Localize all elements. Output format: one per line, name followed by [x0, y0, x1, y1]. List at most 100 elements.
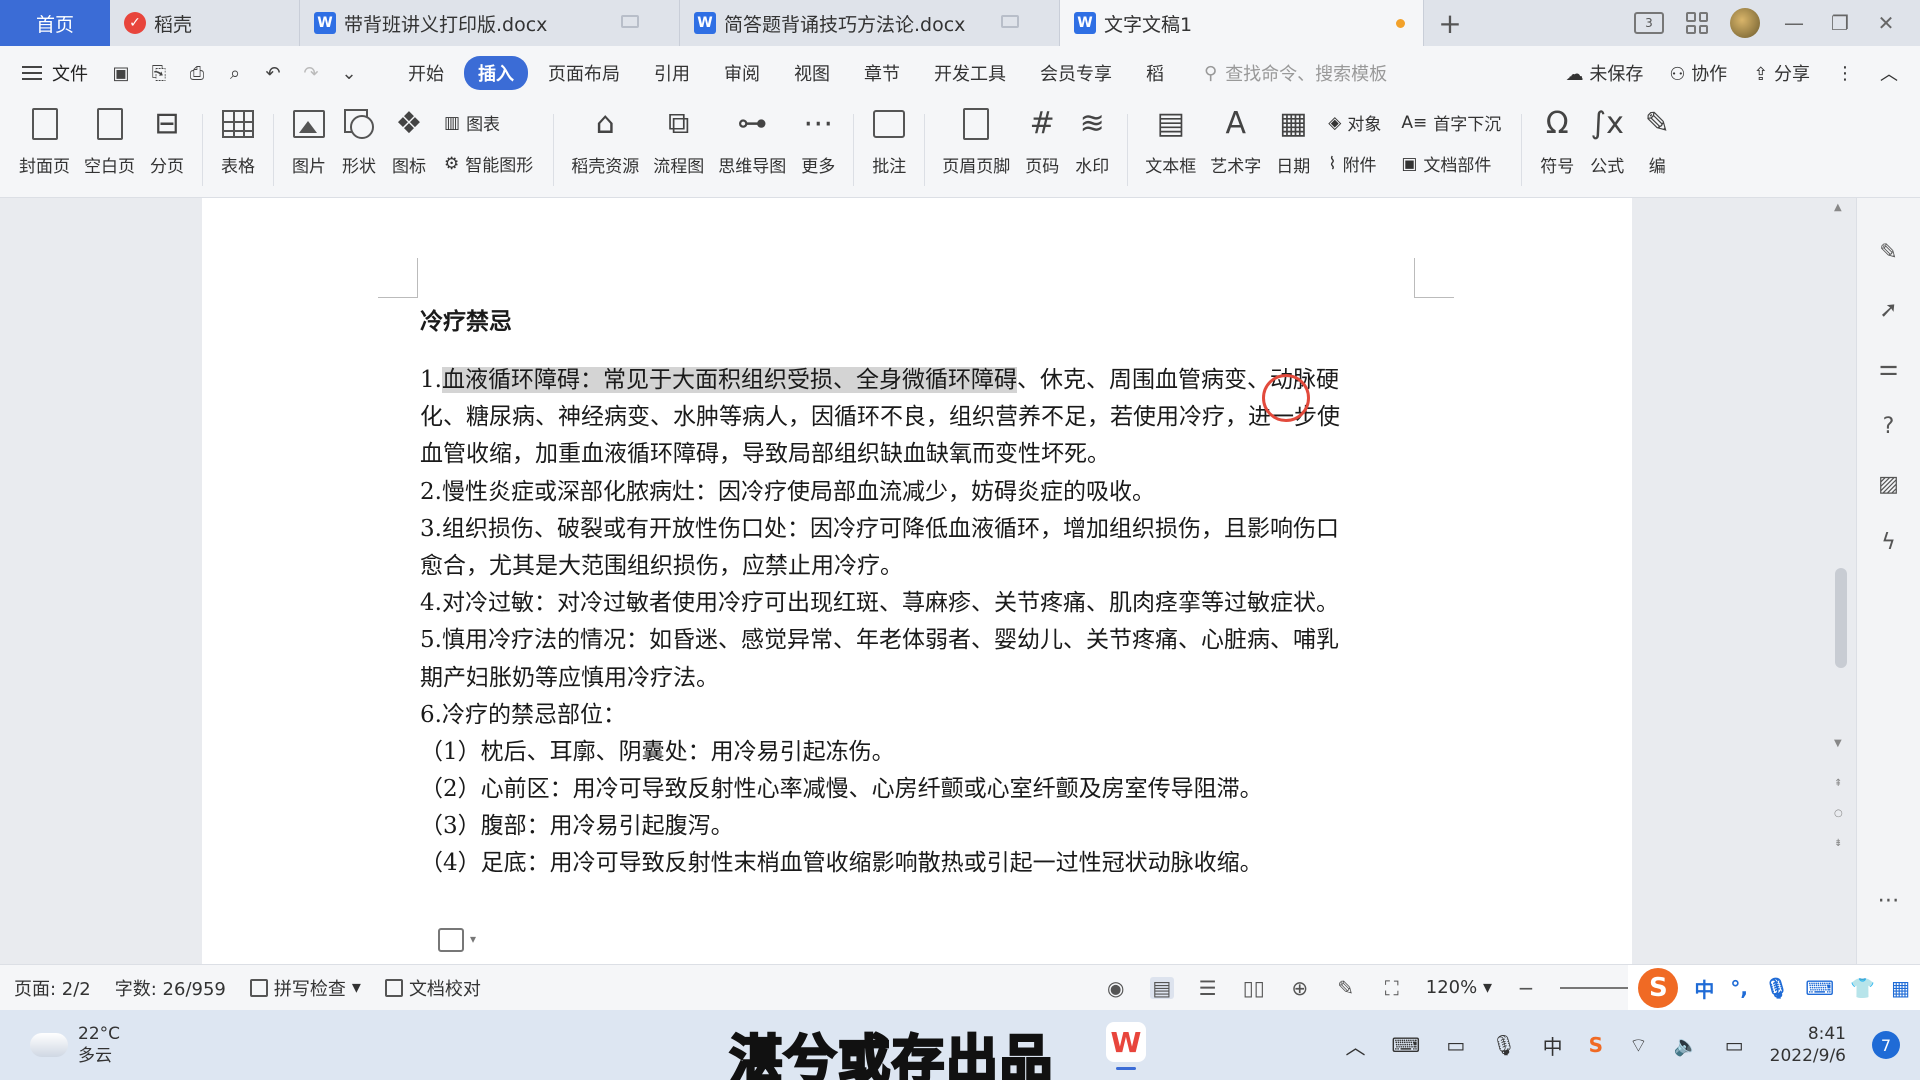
tab-document-1[interactable]: W 带背班讲义打印版.docx [300, 0, 680, 46]
chevron-up-icon[interactable]: ︿ [1345, 1031, 1365, 1060]
pen-icon[interactable]: ✎ [1875, 238, 1903, 266]
icon-library-button[interactable]: ❖ 图标 [384, 106, 434, 178]
reading-view-icon[interactable]: ▯▯ [1242, 976, 1266, 1000]
smartart-button[interactable]: ⚙ 智能图形 [444, 151, 533, 177]
redo-icon[interactable]: ↷ [300, 62, 322, 84]
edit-button[interactable]: ✎ 编 [1632, 106, 1682, 178]
paragraph-line[interactable]: 4.对冷过敏：对冷过敏者使用冷疗可出现红斑、荨麻疹、关节疼痛、肌肉痉挛等过敏症状… [420, 585, 1420, 622]
ribbon-tab[interactable]: 审阅 [710, 56, 774, 90]
wordart-button[interactable]: A 艺术字 [1203, 106, 1268, 178]
word-count[interactable]: 字数: 26/959 [115, 975, 226, 1001]
image-tools-icon[interactable]: ▨ [1875, 470, 1903, 498]
help-icon[interactable]: ? [1875, 412, 1903, 440]
page-number-button[interactable]: # 页码 [1017, 106, 1067, 178]
paragraph-line[interactable]: 3.组织损伤、破裂或有开放性伤口处：因冷疗可降低血液循环，增加组织损伤，且影响伤… [420, 511, 1420, 548]
apps-grid-icon[interactable] [1686, 12, 1708, 34]
paragraph-line[interactable]: 2.慢性炎症或深部化脓病灶：因冷疗使局部血流减少，妨碍炎症的吸收。 [420, 474, 1420, 511]
page-indicator[interactable]: 页面: 2/2 [14, 975, 91, 1001]
flowchart-button[interactable]: ⧉ 流程图 [646, 106, 711, 178]
tab-docer[interactable]: ✓ 稻壳 [110, 0, 300, 46]
paragraph-line[interactable]: （3）腹部：用冷易引起腹泻。 [420, 808, 1420, 845]
paragraph-line[interactable]: （1）枕后、耳廓、阴囊处：用冷易引起冻伤。 [420, 734, 1420, 771]
attachment-button[interactable]: ⌇ 附件 [1328, 151, 1381, 177]
watermark-button[interactable]: ≋ 水印 [1067, 106, 1117, 178]
selected-text[interactable]: 血液循环障碍：常见于大面积组织受损、全身微循环障碍 [441, 367, 1017, 393]
next-page-icon[interactable]: ⇟ [1834, 838, 1842, 849]
ime-language-toggle[interactable]: 中 [1694, 974, 1714, 1003]
fit-page-icon[interactable]: ⛶ [1380, 976, 1404, 1000]
docer-resources-button[interactable]: ⌂ 稻壳资源 [564, 106, 646, 178]
sogou-logo-icon[interactable]: S [1638, 968, 1679, 1008]
tab-document-2[interactable]: W 简答题背诵技巧方法论.docx [680, 0, 1060, 46]
eye-protection-icon[interactable]: ◉ [1104, 976, 1128, 1000]
ribbon-tab[interactable]: 引用 [640, 56, 704, 90]
microphone-icon[interactable]: 🎙 [1764, 976, 1789, 1000]
document-heading[interactable]: 冷疗禁忌 [420, 302, 1420, 336]
collapse-ribbon-icon[interactable]: ︿ [1880, 60, 1898, 86]
comment-button[interactable]: 批注 [864, 106, 914, 177]
new-tab-button[interactable]: + [1424, 0, 1476, 46]
print-preview-icon[interactable]: ⌕ [224, 62, 246, 84]
scroll-up-icon[interactable]: ▲ [1834, 202, 1842, 213]
avatar[interactable] [1730, 8, 1760, 38]
date-button[interactable]: ▦ 日期 [1268, 106, 1318, 178]
cover-page-button[interactable]: 封面页 [12, 106, 77, 177]
battery-icon[interactable]: ▭ [1725, 1033, 1744, 1057]
scroll-down-icon[interactable]: ▼ [1834, 738, 1842, 749]
paragraph-line[interactable]: 血管收缩，加重血液循环障碍，导致局部组织缺血缺氧而变性坏死。 [420, 436, 1420, 473]
share-button[interactable]: ⇪ 分享 [1753, 60, 1810, 86]
paragraph-line[interactable]: 愈合，尤其是大范围组织损伤，应禁止用冷疗。 [420, 548, 1420, 585]
paragraph-line[interactable]: （4）足底：用冷可导致反射性末梢血管收缩影响散热或引起一过性冠状动脉收缩。 [420, 845, 1420, 882]
symbol-button[interactable]: Ω 符号 [1532, 106, 1582, 178]
adjust-sliders-icon[interactable]: ⚌ [1875, 354, 1903, 382]
undo-icon[interactable]: ↶ [262, 62, 284, 84]
select-browse-object-icon[interactable]: ○ [1834, 808, 1843, 819]
file-menu-button[interactable]: 文件 [22, 60, 88, 86]
scrollbar-thumb[interactable] [1835, 568, 1847, 668]
proofread-button[interactable]: 文档校对 [384, 975, 481, 1001]
keyboard-icon[interactable]: ⌨ [1391, 1033, 1420, 1057]
paragraph-line[interactable]: 6.冷疗的禁忌部位： [420, 697, 1420, 734]
more-dots-icon[interactable]: ⋯ [1875, 886, 1903, 914]
paragraph-line[interactable]: 期产妇胀奶等应慎用冷疗法。 [420, 660, 1420, 697]
restore-icon[interactable]: ❐ [1828, 11, 1852, 35]
volume-icon[interactable]: 🔈 [1674, 1033, 1699, 1057]
tab-active-document[interactable]: W 文字文稿1 [1060, 0, 1424, 46]
zoom-slider[interactable] [1560, 986, 1630, 989]
command-search[interactable]: ⚲ 查找命令、搜索模板 [1204, 60, 1387, 86]
page-break-button[interactable]: ⊟ 分页 [142, 106, 192, 178]
wifi-icon[interactable]: ⌔ [1629, 1033, 1648, 1058]
ribbon-tab[interactable]: 稻 [1132, 56, 1178, 90]
ribbon-tab[interactable]: 插入 [464, 56, 528, 90]
export-icon[interactable]: ⎘ [148, 62, 170, 84]
notification-badge[interactable]: 7 [1872, 1031, 1900, 1059]
weather-widget[interactable]: 22°C 多云 [0, 1023, 120, 1067]
layout-switch-icon[interactable]: 3 [1634, 12, 1664, 34]
toolbox-icon[interactable]: ▦ [1891, 976, 1910, 1000]
wps-taskbar-icon[interactable]: W [1106, 1022, 1146, 1070]
microphone-icon[interactable]: 🎙 [1491, 1033, 1516, 1057]
header-footer-button[interactable]: 页眉页脚 [935, 106, 1017, 177]
spellcheck-button[interactable]: 拼写检查 ▾ [249, 975, 361, 1001]
lightning-icon[interactable]: ϟ [1875, 528, 1903, 556]
vertical-scrollbar[interactable]: ▲ ▼ ⇞ ○ ⇟ [1830, 198, 1852, 964]
ribbon-tab[interactable]: 开始 [394, 56, 458, 90]
ribbon-tab[interactable]: 页面布局 [534, 56, 634, 90]
textbox-button[interactable]: ▤ 文本框 [1138, 106, 1203, 178]
dropcap-button[interactable]: A≡ 首字下沉 [1401, 110, 1501, 136]
paragraph-line[interactable]: （2）心前区：用冷可导致反射性心率减慢、心房纤颤或心室纤颤及房室传导阻滞。 [420, 771, 1420, 808]
minimize-icon[interactable]: — [1782, 11, 1806, 35]
ribbon-tab[interactable]: 章节 [850, 56, 914, 90]
tablet-icon[interactable]: ▭ [1446, 1033, 1465, 1057]
paste-options-icon[interactable] [438, 928, 476, 952]
input-language-indicator[interactable]: 中 [1543, 1031, 1563, 1060]
ribbon-tab[interactable]: 视图 [780, 56, 844, 90]
select-cursor-icon[interactable]: ➚ [1875, 296, 1903, 324]
formula-button[interactable]: ∫x 公式 [1582, 106, 1632, 178]
keyboard-icon[interactable]: ⌨ [1805, 976, 1834, 1000]
more-options-icon[interactable]: ⋮ [1836, 63, 1854, 84]
print-icon[interactable]: ⎙ [186, 62, 208, 84]
blank-page-button[interactable]: 空白页 [77, 106, 142, 177]
ribbon-tab[interactable]: 会员专享 [1026, 56, 1126, 90]
close-icon[interactable]: ✕ [1874, 11, 1898, 35]
